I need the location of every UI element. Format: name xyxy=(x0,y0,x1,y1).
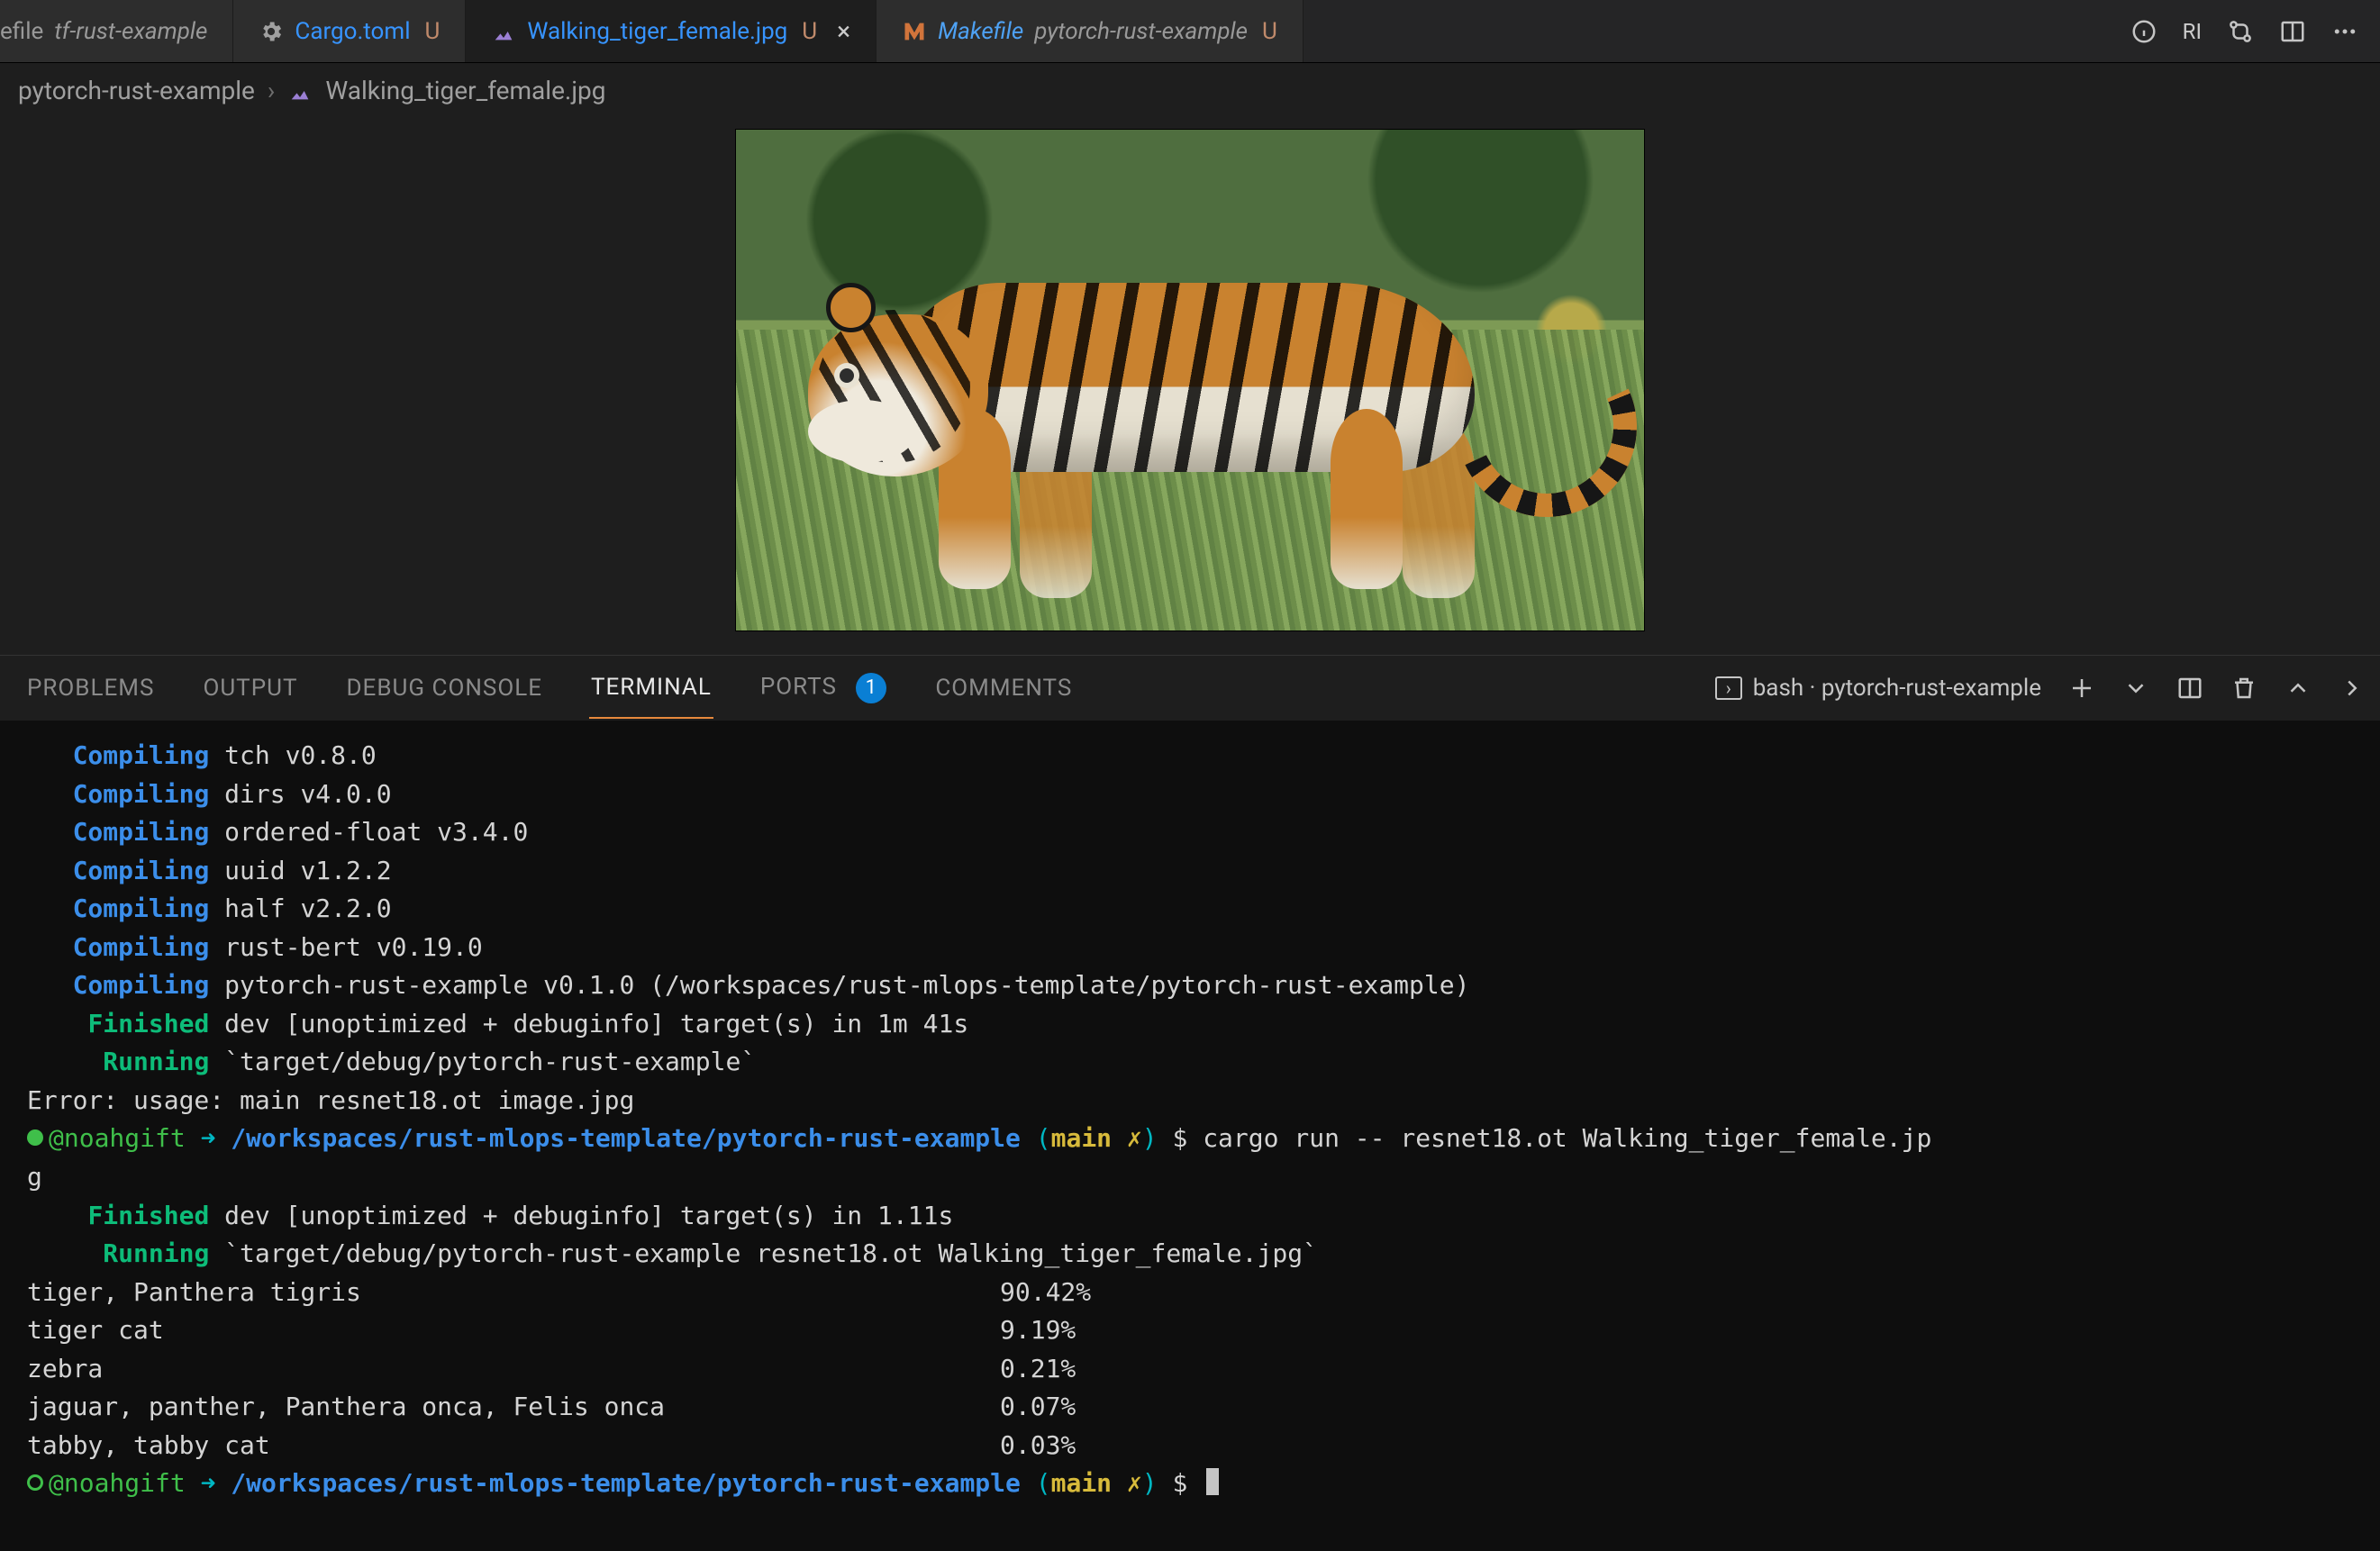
panel-tab-label: PORTS xyxy=(760,673,837,700)
chevron-down-icon[interactable] xyxy=(2122,675,2149,702)
terminal-prompt-2: @noahgift ➜ /workspaces/rust-mlops-templ… xyxy=(27,1465,2364,1503)
tab-actions: RI xyxy=(2109,0,2380,62)
breadcrumb[interactable]: pytorch-rust-example › Walking_tiger_fem… xyxy=(0,63,2380,118)
tab-modified: U xyxy=(802,18,817,45)
panel-tab-problems[interactable]: PROBLEMS xyxy=(25,658,156,718)
info-icon[interactable] xyxy=(2130,18,2157,45)
ri-label[interactable]: RI xyxy=(2183,19,2202,44)
terminal-cmd: cargo run -- resnet18.ot Walking_tiger_f… xyxy=(1203,1123,1931,1153)
terminal-error: Error: usage: main resnet18.ot image.jpg xyxy=(27,1082,2364,1120)
panel-tab-comments[interactable]: COMMENTS xyxy=(933,658,1074,718)
tab-truncated[interactable]: efile tf-rust-example xyxy=(0,0,233,62)
tab-cargo[interactable]: Cargo.toml U xyxy=(233,0,466,62)
git-compare-icon[interactable] xyxy=(2227,18,2254,45)
new-terminal-icon[interactable] xyxy=(2068,675,2095,702)
result-row: tiger, Panthera tigris90.42% xyxy=(27,1274,2364,1312)
panel-tab-ports[interactable]: PORTS 1 xyxy=(759,657,889,720)
preview-image[interactable] xyxy=(735,129,1645,631)
panel-tab-terminal[interactable]: TERMINAL xyxy=(589,658,713,719)
result-row: jaguar, panther, Panthera onca, Felis on… xyxy=(27,1388,2364,1427)
ports-badge: 1 xyxy=(856,673,886,703)
terminal-select-icon: › xyxy=(1715,676,1742,700)
result-row: tiger cat9.19% xyxy=(27,1311,2364,1350)
tab-filename: efile xyxy=(0,18,43,45)
panel-tab-debug[interactable]: DEBUG CONSOLE xyxy=(344,658,544,718)
image-preview-area xyxy=(0,118,2380,655)
tab-walking-tiger[interactable]: Walking_tiger_female.jpg U × xyxy=(466,0,877,62)
tab-makefile[interactable]: Makefile pytorch-rust-example U xyxy=(877,0,1304,62)
terminal-selector[interactable]: › bash · pytorch-rust-example xyxy=(1715,675,2041,702)
close-icon[interactable]: × xyxy=(837,16,850,46)
chevron-right-icon[interactable] xyxy=(2339,675,2366,702)
chevron-up-icon[interactable] xyxy=(2285,675,2312,702)
tab-dim: tf-rust-example xyxy=(54,18,207,45)
editor-tabbar: efile tf-rust-example Cargo.toml U Walki… xyxy=(0,0,2380,63)
tiger-illustration xyxy=(790,229,1583,553)
terminal-output[interactable]: Compiling tch v0.8.0 Compiling dirs v4.0… xyxy=(0,721,2380,1551)
makefile-icon xyxy=(902,19,927,44)
terminal-name: bash · pytorch-rust-example xyxy=(1753,675,2041,702)
terminal-prompt-1: @noahgift ➜ /workspaces/rust-mlops-templ… xyxy=(27,1120,2364,1158)
tab-filename: Walking_tiger_female.jpg xyxy=(527,18,787,45)
image-icon xyxy=(287,78,313,104)
split-terminal-icon[interactable] xyxy=(2176,675,2203,702)
panel-tabbar: PROBLEMS OUTPUT DEBUG CONSOLE TERMINAL P… xyxy=(0,656,2380,721)
more-icon[interactable] xyxy=(2331,18,2358,45)
terminal-cmd-wrap: g xyxy=(27,1158,2364,1197)
split-editor-icon[interactable] xyxy=(2279,18,2306,45)
terminal-cursor xyxy=(1206,1468,1219,1495)
panel-actions: › bash · pytorch-rust-example xyxy=(1715,675,2366,702)
result-row: tabby, tabby cat0.03% xyxy=(27,1427,2364,1465)
breadcrumb-sep: › xyxy=(268,76,275,105)
trash-icon[interactable] xyxy=(2230,675,2257,702)
gear-icon xyxy=(259,19,284,44)
tab-dim: pytorch-rust-example xyxy=(1034,18,1248,45)
bottom-panel: PROBLEMS OUTPUT DEBUG CONSOLE TERMINAL P… xyxy=(0,655,2380,1551)
image-icon xyxy=(491,19,516,44)
result-row: zebra0.21% xyxy=(27,1350,2364,1389)
tab-filename: Makefile xyxy=(938,18,1023,45)
tabbar-spacer xyxy=(1304,0,2109,62)
tab-modified: U xyxy=(425,18,441,45)
panel-tab-output[interactable]: OUTPUT xyxy=(201,658,299,718)
breadcrumb-seg[interactable]: pytorch-rust-example xyxy=(18,76,255,105)
tab-filename: Cargo.toml xyxy=(295,18,410,45)
tab-modified: U xyxy=(1262,18,1277,45)
breadcrumb-seg[interactable]: Walking_tiger_female.jpg xyxy=(325,76,605,105)
